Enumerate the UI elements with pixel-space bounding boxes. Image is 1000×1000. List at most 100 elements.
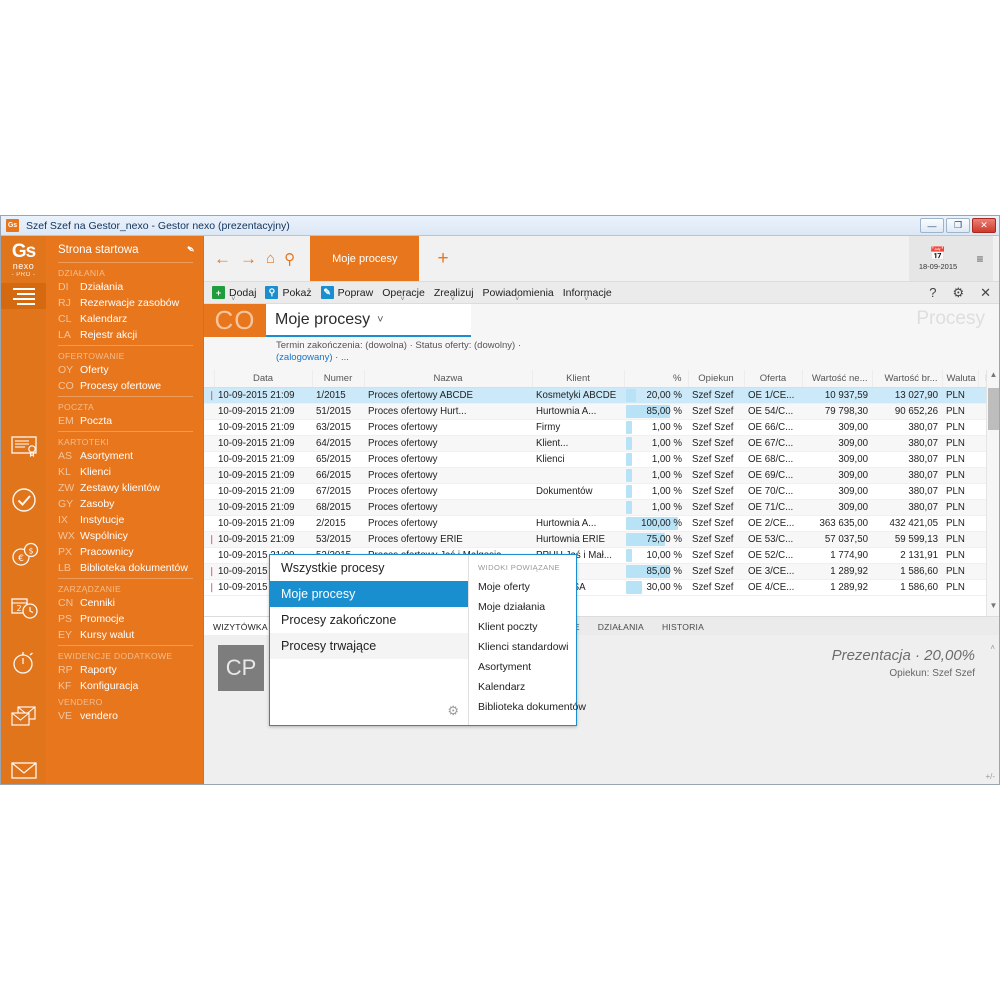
column-header[interactable]: Data [214,370,313,388]
help-button[interactable]: ? [929,285,936,300]
view-option-wszystkieprocesy[interactable]: Wszystkie procesy [270,555,468,581]
related-view-klientpoczty[interactable]: Klient poczty [469,617,576,637]
ribbon-popraw-button[interactable]: ✎ Popraw [320,286,373,299]
column-header[interactable]: Wartość ne... [802,370,873,388]
table-row[interactable]: ❘◔10-09-2015 21:091/2015Proces ofertowy … [204,387,999,404]
sidebar-item-cl[interactable]: CL Kalendarz [46,311,203,327]
check-circle-icon[interactable] [9,485,39,515]
date-button[interactable]: 📅 18-09-2015 [909,236,967,281]
filter-link[interactable]: (zalogowany) [276,352,333,363]
ribbon-dodaj-button[interactable]: + Dodaj ˅ [212,286,256,303]
column-header[interactable]: Nazwa [364,370,533,388]
forward-icon[interactable]: → [240,249,257,269]
sidebar-item-rj[interactable]: RJ Rezerwacje zasobów [46,295,203,311]
vertical-scrollbar[interactable]: ▲ ▼ [986,370,999,616]
column-header[interactable] [204,370,215,388]
sidebar-item-oy[interactable]: OY Oferty [46,362,203,378]
scroll-down-arrow[interactable]: ▼ [987,601,999,616]
sidebar-item-as[interactable]: AS Asortyment [46,448,203,464]
search-icon[interactable]: ⚲ [284,250,295,268]
sidebar-item-ey[interactable]: EY Kursy walut [46,627,203,643]
nav-item-home[interactable]: Strona startowa [46,242,203,260]
mails-icon[interactable] [9,701,39,731]
minimize-button[interactable]: — [920,218,944,233]
table-row[interactable]: 10-09-2015 21:09 2/2015 Proces ofertowy Hur… [204,515,999,532]
table-row[interactable]: ❘◔10-09-2015 21:0953/2015Proces ofertowy… [204,531,999,548]
chevron-down-icon[interactable]: ˅ [231,296,235,303]
scrollbar-thumb[interactable] [988,388,999,430]
view-option-procesyzakoczone[interactable]: Procesy zakończone [270,607,468,633]
ribbon-zrealizuj-button[interactable]: Zrealizuj ˅ [434,287,474,303]
certificate-icon[interactable] [9,431,39,461]
table-row[interactable]: 10-09-2015 21:09 67/2015 Proces ofertowy Do… [204,483,999,500]
calendar-clock-icon[interactable]: 2 [9,593,39,623]
column-header[interactable]: Wartość br... [872,370,943,388]
sidebar-item-ps[interactable]: PS Promocje [46,611,203,627]
view-option-mojeprocesy[interactable]: Moje procesy [270,581,468,607]
scroll-up-arrow[interactable]: ▲ [987,370,999,385]
stopwatch-icon[interactable] [9,647,39,677]
table-row[interactable]: 10-09-2015 21:09 63/2015 Proces ofertowy Fi… [204,419,999,436]
related-view-mojedziaania[interactable]: Moje działania [469,597,576,617]
dropdown-settings-gear-icon[interactable]: ⚙ [447,703,459,719]
home-icon[interactable]: ⌂ [266,250,275,267]
restore-button[interactable]: ❐ [946,218,970,233]
related-view-bibliotekadokumentw[interactable]: Biblioteka dokumentów [469,697,586,717]
view-option-procesytrwajce[interactable]: Procesy trwające [270,633,468,659]
column-header[interactable]: % [624,370,689,388]
chevron-down-icon[interactable]: ˅ [584,296,588,303]
sidebar-item-kf[interactable]: KF Konfiguracja [46,678,203,694]
table-row[interactable]: 10-09-2015 21:09 68/2015 Proces ofertowy 1,… [204,499,999,516]
sidebar-item-gy[interactable]: GY Zasoby [46,496,203,512]
sidebar-item-ve[interactable]: VE vendero [46,708,203,724]
sidebar-item-kl[interactable]: KL Klienci [46,464,203,480]
ribbon-informacje-button[interactable]: Informacje ˅ [563,287,612,303]
sidebar-item-wx[interactable]: WX Wspólnicy [46,528,203,544]
sidebar-item-ix[interactable]: IX Instytucje [46,512,203,528]
related-view-mojeoferty[interactable]: Moje oferty [469,577,576,597]
detail-scroll-up[interactable]: ˄ [990,643,995,652]
add-tab-button[interactable]: + [437,248,448,270]
column-header[interactable]: Opiekun [688,370,745,388]
column-header[interactable]: Waluta [942,370,979,388]
ribbon-operacje-button[interactable]: Operacje ˅ [382,287,425,303]
table-row[interactable]: 10-09-2015 21:09 51/2015 Proces ofertowy H… [204,403,999,420]
tab-dziaania[interactable]: DZIAŁANIA [589,617,653,635]
sidebar-item-em[interactable]: EM Poczta [46,413,203,429]
close-button[interactable]: ✕ [972,218,996,233]
table-row[interactable]: 10-09-2015 21:09 65/2015 Proces ofertowy Kl… [204,451,999,468]
table-row[interactable]: 10-09-2015 21:09 66/2015 Proces ofertowy 1,… [204,467,999,484]
tab-wizytwka[interactable]: WIZYTÓWKA [204,617,277,635]
related-view-asortyment[interactable]: Asortyment [469,657,576,677]
tab-historia[interactable]: HISTORIA [653,617,713,635]
panel-close-button[interactable]: ✕ [980,285,991,301]
sidebar-item-lb[interactable]: LB Biblioteka dokumentów [46,560,203,576]
ribbon-powiadomienia-button[interactable]: Powiadomienia ˅ [483,287,554,303]
sidebar-item-cn[interactable]: CN Cenniki [46,595,203,611]
table-row[interactable]: 10-09-2015 21:09 64/2015 Proces ofertowy Kl… [204,435,999,452]
ribbon-poka-button[interactable]: ⚲ Pokaż [265,286,312,299]
app-menu-button[interactable]: ≡ [967,236,993,281]
settings-gear-icon[interactable]: ⚙ [952,285,964,301]
sidebar-item-di[interactable]: DI Działania [46,279,203,295]
column-header[interactable]: Numer [312,370,365,388]
menu-toggle-button[interactable] [1,283,46,309]
chevron-down-icon[interactable]: ˅ [515,296,519,303]
sidebar-item-rp[interactable]: RP Raporty [46,662,203,678]
detail-expand-toggle[interactable]: +/- [985,772,995,781]
column-header[interactable]: Oferta [744,370,803,388]
view-dropdown-trigger[interactable]: Moje procesy ˅ [266,304,471,337]
sidebar-item-px[interactable]: PX Pracownicy [46,544,203,560]
sidebar-item-co[interactable]: CO Procesy ofertowe [46,378,203,394]
sidebar-item-la[interactable]: LA Rejestr akcji [46,327,203,343]
sidebar-item-zw[interactable]: ZW Zestawy klientów [46,480,203,496]
active-tab[interactable]: Moje procesy [310,236,420,288]
related-view-kliencistandardowi[interactable]: Klienci standardowi [469,637,576,657]
chevron-down-icon[interactable]: ˅ [401,296,405,303]
related-view-kalendarz[interactable]: Kalendarz [469,677,576,697]
currency-icon[interactable]: €$ [9,539,39,569]
back-icon[interactable]: ← [214,249,231,269]
column-header[interactable]: Klient [532,370,625,388]
envelope-icon[interactable] [9,755,39,785]
chevron-down-icon[interactable]: ˅ [451,296,455,303]
